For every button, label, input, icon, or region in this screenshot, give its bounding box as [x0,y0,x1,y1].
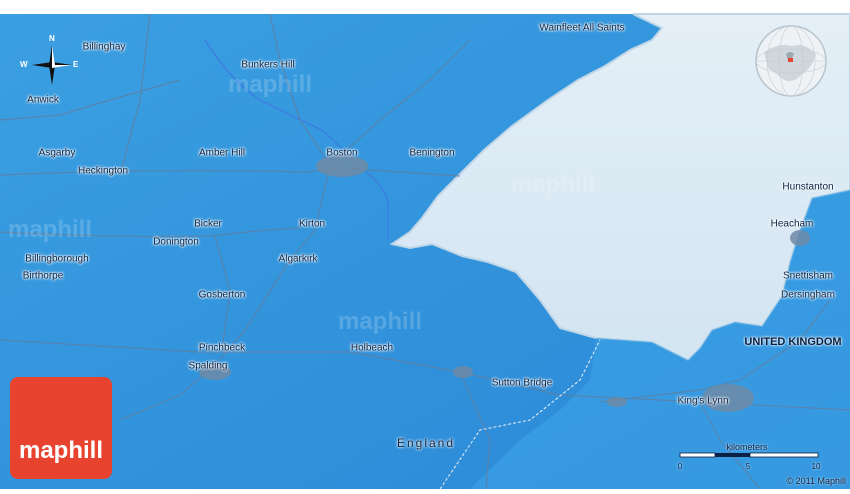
place-label[interactable]: Boston [326,148,357,159]
region-label: England [396,436,456,450]
place-label[interactable]: King's Lynn [677,396,728,407]
copyright-notice: © 2011 Maphill [786,476,847,486]
place-label[interactable]: Pinchbeck [199,343,245,354]
compass-east: E [73,60,79,69]
scale-tick: 5 [745,462,751,471]
compass-rose: N E W [20,33,84,97]
place-label[interactable]: Kirton [299,219,325,230]
country-label: UNITED KINGDOM [744,336,842,348]
place-label[interactable]: Hunstanton [782,182,833,193]
place-label[interactable]: Snettisham [783,271,833,282]
map-top-margin [0,0,850,14]
place-label[interactable]: Billingborough [25,254,88,265]
scale-tick: 0 [677,462,683,471]
place-label[interactable]: Heacham [771,219,814,230]
place-label[interactable]: Dersingham [781,290,835,301]
place-label[interactable]: Spalding [189,361,228,372]
map-canvas[interactable]: maphill maphill maphill maphill Wainflee… [0,0,850,490]
watermark: maphill [510,171,596,198]
place-label[interactable]: Benington [409,148,454,159]
place-label[interactable]: Sutton Bridge [492,378,553,389]
place-label[interactable]: Holbeach [351,343,393,354]
place-label[interactable]: Donington [153,237,199,248]
watermark: maphill [227,71,313,98]
compass-north: N [49,34,55,43]
place-label[interactable]: Wainfleet All Saints [539,23,624,34]
place-label[interactable]: Heckington [78,166,128,177]
terrain-layer [0,0,850,490]
place-label[interactable]: Amber Hill [199,148,245,159]
place-label[interactable]: Gosberton [199,290,246,301]
compass-west: W [20,60,28,69]
watermark: maphill [337,308,423,335]
place-label[interactable]: Birthorpe [23,271,64,282]
place-label[interactable]: Asgarby [39,148,76,159]
scale-tick: 10 [811,462,821,471]
place-label[interactable]: Bicker [194,219,222,230]
logo-text: maphill [18,437,103,464]
place-label[interactable]: Bunkers Hill [241,60,294,71]
locator-globe-icon [755,25,827,97]
scale-ruler [679,452,819,458]
maphill-logo[interactable]: maphill [10,377,112,479]
place-label[interactable]: Algarkirk [279,254,318,265]
watermark: maphill [7,216,93,243]
scale-bar: kilometers 0 5 10 [676,440,826,474]
place-label[interactable]: Billinghay [83,42,126,53]
